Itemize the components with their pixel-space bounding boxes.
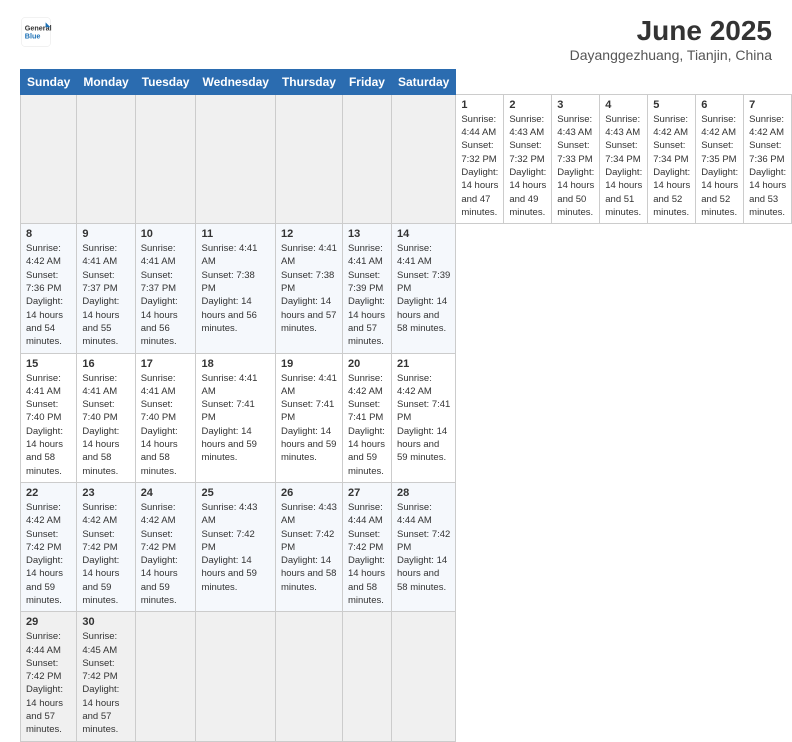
table-row: 8Sunrise: 4:42 AMSunset: 7:36 PMDaylight… (21, 224, 77, 353)
table-row: 24Sunrise: 4:42 AMSunset: 7:42 PMDayligh… (135, 482, 196, 611)
table-row: 1Sunrise: 4:44 AMSunset: 7:32 PMDaylight… (456, 94, 504, 223)
table-row (196, 94, 275, 223)
table-row (77, 94, 135, 223)
table-row: 5Sunrise: 4:42 AMSunset: 7:34 PMDaylight… (648, 94, 696, 223)
header-tuesday: Tuesday (135, 69, 196, 94)
table-row: 19Sunrise: 4:41 AMSunset: 7:41 PMDayligh… (275, 353, 342, 482)
logo: General Blue (20, 16, 52, 48)
table-row (135, 94, 196, 223)
table-row: 18Sunrise: 4:41 AMSunset: 7:41 PMDayligh… (196, 353, 275, 482)
table-row: 16Sunrise: 4:41 AMSunset: 7:40 PMDayligh… (77, 353, 135, 482)
table-row: 11Sunrise: 4:41 AMSunset: 7:38 PMDayligh… (196, 224, 275, 353)
table-row: 7Sunrise: 4:42 AMSunset: 7:36 PMDaylight… (744, 94, 792, 223)
table-row (342, 612, 391, 741)
header-wednesday: Wednesday (196, 69, 275, 94)
table-row: 17Sunrise: 4:41 AMSunset: 7:40 PMDayligh… (135, 353, 196, 482)
table-row: 15Sunrise: 4:41 AMSunset: 7:40 PMDayligh… (21, 353, 77, 482)
table-row (391, 612, 455, 741)
calendar-title: June 2025 (570, 16, 772, 47)
table-row: 4Sunrise: 4:43 AMSunset: 7:34 PMDaylight… (600, 94, 648, 223)
table-row: 28Sunrise: 4:44 AMSunset: 7:42 PMDayligh… (391, 482, 455, 611)
header-thursday: Thursday (275, 69, 342, 94)
header-saturday: Saturday (391, 69, 455, 94)
logo-icon: General Blue (20, 16, 52, 48)
table-row: 9Sunrise: 4:41 AMSunset: 7:37 PMDaylight… (77, 224, 135, 353)
weekday-header-row: Sunday Monday Tuesday Wednesday Thursday… (21, 69, 792, 94)
table-row: 25Sunrise: 4:43 AMSunset: 7:42 PMDayligh… (196, 482, 275, 611)
table-row: 23Sunrise: 4:42 AMSunset: 7:42 PMDayligh… (77, 482, 135, 611)
table-row: 27Sunrise: 4:44 AMSunset: 7:42 PMDayligh… (342, 482, 391, 611)
calendar-page: General Blue June 2025 Dayanggezhuang, T… (0, 0, 792, 612)
table-row: 22Sunrise: 4:42 AMSunset: 7:42 PMDayligh… (21, 482, 77, 611)
table-row: 26Sunrise: 4:43 AMSunset: 7:42 PMDayligh… (275, 482, 342, 611)
title-block: June 2025 Dayanggezhuang, Tianjin, China (570, 16, 772, 63)
table-row (391, 94, 455, 223)
table-row (275, 612, 342, 741)
table-row: 3Sunrise: 4:43 AMSunset: 7:33 PMDaylight… (552, 94, 600, 223)
table-row (21, 94, 77, 223)
table-row (135, 612, 196, 741)
header-friday: Friday (342, 69, 391, 94)
header-monday: Monday (77, 69, 135, 94)
table-row: 6Sunrise: 4:42 AMSunset: 7:35 PMDaylight… (696, 94, 744, 223)
svg-text:Blue: Blue (25, 31, 41, 40)
table-row: 14Sunrise: 4:41 AMSunset: 7:39 PMDayligh… (391, 224, 455, 353)
table-row: 2Sunrise: 4:43 AMSunset: 7:32 PMDaylight… (504, 94, 552, 223)
table-row: 13Sunrise: 4:41 AMSunset: 7:39 PMDayligh… (342, 224, 391, 353)
table-row: 30Sunrise: 4:45 AMSunset: 7:42 PMDayligh… (77, 612, 135, 741)
table-row (196, 612, 275, 741)
table-row: 10Sunrise: 4:41 AMSunset: 7:37 PMDayligh… (135, 224, 196, 353)
calendar-table: Sunday Monday Tuesday Wednesday Thursday… (20, 69, 792, 742)
header-sunday: Sunday (21, 69, 77, 94)
table-row: 12Sunrise: 4:41 AMSunset: 7:38 PMDayligh… (275, 224, 342, 353)
table-row (275, 94, 342, 223)
calendar-subtitle: Dayanggezhuang, Tianjin, China (570, 47, 772, 63)
table-row (342, 94, 391, 223)
table-row: 20Sunrise: 4:42 AMSunset: 7:41 PMDayligh… (342, 353, 391, 482)
table-row: 29Sunrise: 4:44 AMSunset: 7:42 PMDayligh… (21, 612, 77, 741)
table-row: 21Sunrise: 4:42 AMSunset: 7:41 PMDayligh… (391, 353, 455, 482)
header: General Blue June 2025 Dayanggezhuang, T… (20, 16, 772, 63)
